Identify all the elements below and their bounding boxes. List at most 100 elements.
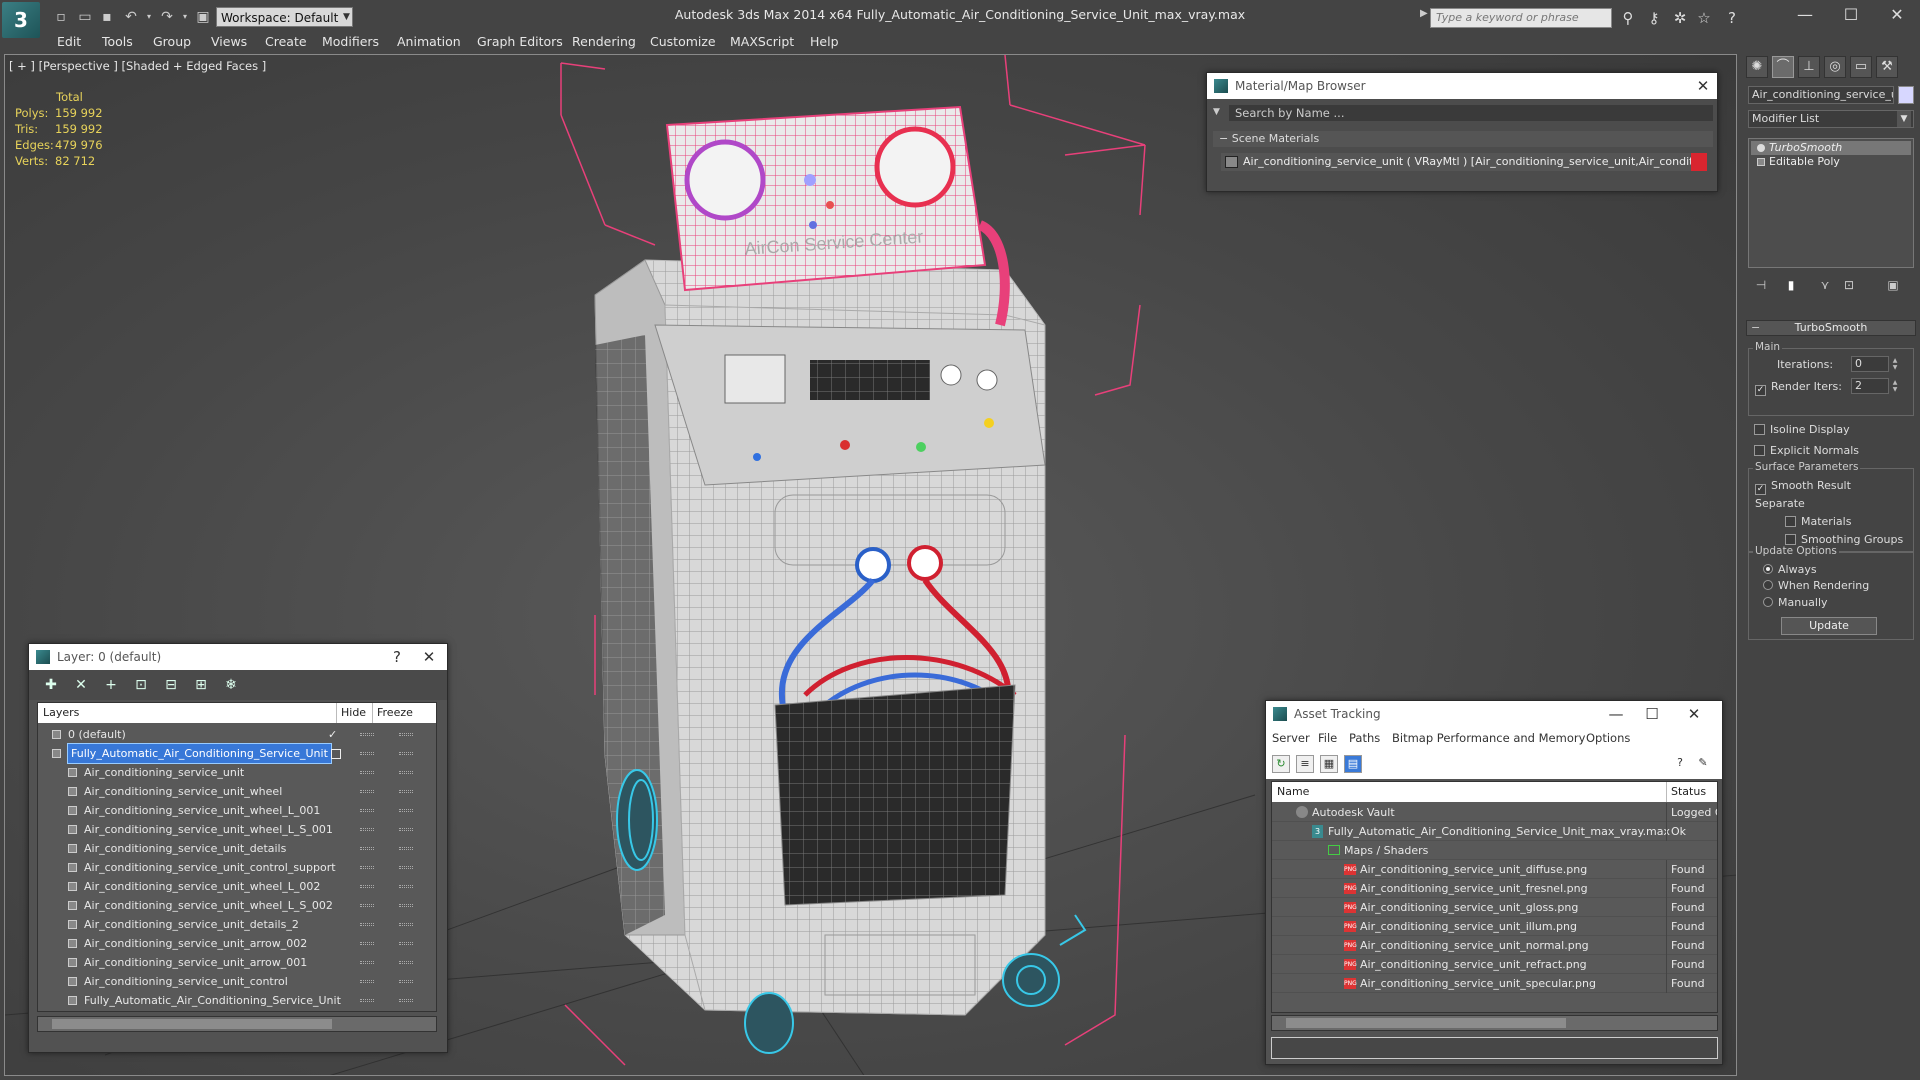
when-rendering-radio[interactable]: When Rendering bbox=[1763, 579, 1869, 592]
maximize-icon[interactable]: ☐ bbox=[1828, 0, 1874, 30]
table-view-icon[interactable]: ▤ bbox=[1344, 755, 1362, 773]
object-color-swatch[interactable] bbox=[1898, 86, 1914, 104]
select-objects-icon[interactable]: ⊡ bbox=[131, 676, 151, 694]
undo-icon[interactable]: ↶ bbox=[122, 8, 140, 26]
asset-row[interactable]: Autodesk Vault Logged Out bbox=[1272, 803, 1717, 822]
checkbox-icon[interactable] bbox=[1754, 424, 1765, 435]
menu-graph-editors[interactable]: Graph Editors bbox=[477, 34, 563, 49]
modifier-list-dropdown[interactable]: Modifier List ▼ bbox=[1748, 110, 1914, 128]
set-current-box-icon[interactable] bbox=[331, 749, 341, 759]
column-freeze[interactable]: Freeze bbox=[372, 703, 413, 723]
asset-row[interactable]: PNG Air_conditioning_service_unit_fresnel… bbox=[1272, 879, 1717, 898]
hide-toggle-icon[interactable] bbox=[360, 904, 374, 907]
hide-toggle-icon[interactable] bbox=[360, 809, 374, 812]
hierarchy-tab-icon[interactable]: ⊥ bbox=[1798, 56, 1820, 78]
materials-checkbox[interactable]: Materials bbox=[1785, 515, 1851, 528]
layer-object-row[interactable]: Air_conditioning_service_unit_wheel bbox=[38, 782, 436, 801]
refresh-icon[interactable]: ↻ bbox=[1272, 755, 1290, 773]
hide-toggle-icon[interactable] bbox=[360, 961, 374, 964]
layer-object-row[interactable]: Air_conditioning_service_unit_arrow_001 bbox=[38, 953, 436, 972]
iterations-spinner[interactable]: 0 bbox=[1851, 356, 1889, 372]
app-logo-icon[interactable]: 3 bbox=[2, 2, 40, 38]
show-end-result-icon[interactable]: ▮ bbox=[1782, 276, 1800, 294]
hide-toggle-icon[interactable] bbox=[360, 771, 374, 774]
close-icon[interactable]: ✕ bbox=[415, 644, 443, 670]
layer-object-row[interactable]: Air_conditioning_service_unit_details_2 bbox=[38, 915, 436, 934]
freeze-toggle-icon[interactable] bbox=[399, 733, 413, 736]
layer-row[interactable]: 0 (default) ✓ bbox=[38, 725, 436, 744]
freeze-toggle-icon[interactable] bbox=[399, 904, 413, 907]
layer-object-row[interactable]: Air_conditioning_service_unit_wheel_L_S_… bbox=[38, 820, 436, 839]
always-radio[interactable]: Always bbox=[1763, 563, 1817, 576]
pin-stack-icon[interactable]: ⊣ bbox=[1752, 276, 1770, 294]
layer-object-row[interactable]: Air_conditioning_service_unit_arrow_002 bbox=[38, 934, 436, 953]
redo-dropdown-icon[interactable]: ▾ bbox=[176, 8, 194, 26]
stack-item-editable-poly[interactable]: Editable Poly bbox=[1751, 155, 1911, 169]
menu-rendering[interactable]: Rendering bbox=[572, 34, 636, 49]
menu-options[interactable]: Options bbox=[1586, 731, 1630, 745]
layer-object-row[interactable]: Air_conditioning_service_unit_wheel_L_S_… bbox=[38, 896, 436, 915]
hide-all-icon[interactable]: ⊞ bbox=[191, 676, 211, 694]
freeze-toggle-icon[interactable] bbox=[399, 790, 413, 793]
menu-views[interactable]: Views bbox=[211, 34, 247, 49]
manually-radio[interactable]: Manually bbox=[1763, 596, 1828, 609]
freeze-toggle-icon[interactable] bbox=[399, 828, 413, 831]
layer-row[interactable]: Fully_Automatic_Air_Conditioning_Service… bbox=[38, 743, 436, 764]
freeze-toggle-icon[interactable] bbox=[399, 999, 413, 1002]
close-icon[interactable]: ✕ bbox=[1874, 0, 1920, 30]
asset-row[interactable]: PNG Air_conditioning_service_unit_specula… bbox=[1272, 974, 1717, 993]
save-icon[interactable]: ▪ bbox=[98, 8, 116, 26]
project-folder-icon[interactable]: ▣ bbox=[194, 8, 212, 26]
menu-server[interactable]: Server bbox=[1272, 731, 1310, 745]
column-layers[interactable]: Layers bbox=[43, 703, 79, 723]
hide-toggle-icon[interactable] bbox=[360, 885, 374, 888]
spinner-arrows-icon[interactable]: ▲ ▼ bbox=[1891, 379, 1899, 395]
delete-layer-icon[interactable]: ✕ bbox=[71, 676, 91, 694]
layer-manager-title-bar[interactable]: Layer: 0 (default) ? ✕ bbox=[29, 644, 447, 670]
create-tab-icon[interactable]: ✺ bbox=[1746, 56, 1768, 78]
menu-help[interactable]: Help bbox=[810, 34, 839, 49]
motion-tab-icon[interactable]: ◎ bbox=[1824, 56, 1846, 78]
menu-bitmap-performance[interactable]: Bitmap Performance and Memory bbox=[1392, 731, 1585, 745]
menu-edit[interactable]: Edit bbox=[57, 34, 81, 49]
hide-toggle-icon[interactable] bbox=[360, 923, 374, 926]
menu-maxscript[interactable]: MAXScript bbox=[730, 34, 794, 49]
new-file-icon[interactable]: ▫ bbox=[52, 8, 70, 26]
radio-selected-icon[interactable] bbox=[1763, 564, 1773, 574]
freeze-toggle-icon[interactable] bbox=[399, 809, 413, 812]
hide-toggle-icon[interactable] bbox=[360, 866, 374, 869]
configure-modifier-sets-icon[interactable]: ▣ bbox=[1884, 276, 1902, 294]
column-status[interactable]: Status bbox=[1666, 782, 1706, 802]
chevron-down-icon[interactable]: ▼ bbox=[1213, 107, 1220, 117]
new-layer-icon[interactable]: ✚ bbox=[41, 676, 61, 694]
minimize-icon[interactable]: — bbox=[1602, 701, 1630, 727]
stack-item-turbosmooth[interactable]: TurboSmooth bbox=[1751, 141, 1911, 155]
highlight-layer-icon[interactable]: ⊟ bbox=[161, 676, 181, 694]
asset-tracking-title-bar[interactable]: Asset Tracking — ☐ ✕ bbox=[1266, 701, 1722, 727]
layer-object-row[interactable]: Air_conditioning_service_unit_wheel_L_00… bbox=[38, 801, 436, 820]
freeze-toggle-icon[interactable] bbox=[399, 961, 413, 964]
menu-file[interactable]: File bbox=[1318, 731, 1337, 745]
settings-icon[interactable]: ✎ bbox=[1694, 755, 1712, 773]
scene-materials-section[interactable]: − Scene Materials bbox=[1213, 131, 1713, 147]
spinner-arrows-icon[interactable]: ▲ ▼ bbox=[1891, 357, 1899, 373]
scrollbar-thumb[interactable] bbox=[52, 1019, 332, 1029]
explicit-normals-checkbox[interactable]: Explicit Normals bbox=[1754, 444, 1859, 457]
freeze-toggle-icon[interactable] bbox=[399, 942, 413, 945]
layer-object-row[interactable]: Air_conditioning_service_unit_control bbox=[38, 972, 436, 991]
close-icon[interactable]: ✕ bbox=[1689, 73, 1717, 99]
asset-row[interactable]: PNG Air_conditioning_service_unit_illum.p… bbox=[1272, 917, 1717, 936]
menu-group[interactable]: Group bbox=[153, 34, 191, 49]
asset-row[interactable]: PNG Air_conditioning_service_unit_refract… bbox=[1272, 955, 1717, 974]
search-input[interactable]: Type a keyword or phrase bbox=[1430, 8, 1612, 28]
freeze-all-icon[interactable]: ❄ bbox=[221, 676, 241, 694]
horizontal-scrollbar[interactable] bbox=[1271, 1015, 1718, 1031]
freeze-toggle-icon[interactable] bbox=[399, 847, 413, 850]
hide-toggle-icon[interactable] bbox=[360, 733, 374, 736]
modify-tab-icon[interactable]: ⌒ bbox=[1772, 56, 1794, 78]
display-tab-icon[interactable]: ▭ bbox=[1850, 56, 1872, 78]
make-unique-icon[interactable]: ⋎ bbox=[1816, 276, 1834, 294]
smooth-result-checkbox[interactable]: ✓ Smooth Result bbox=[1755, 479, 1851, 495]
maximize-icon[interactable]: ☐ bbox=[1638, 701, 1666, 727]
hide-toggle-icon[interactable] bbox=[360, 999, 374, 1002]
